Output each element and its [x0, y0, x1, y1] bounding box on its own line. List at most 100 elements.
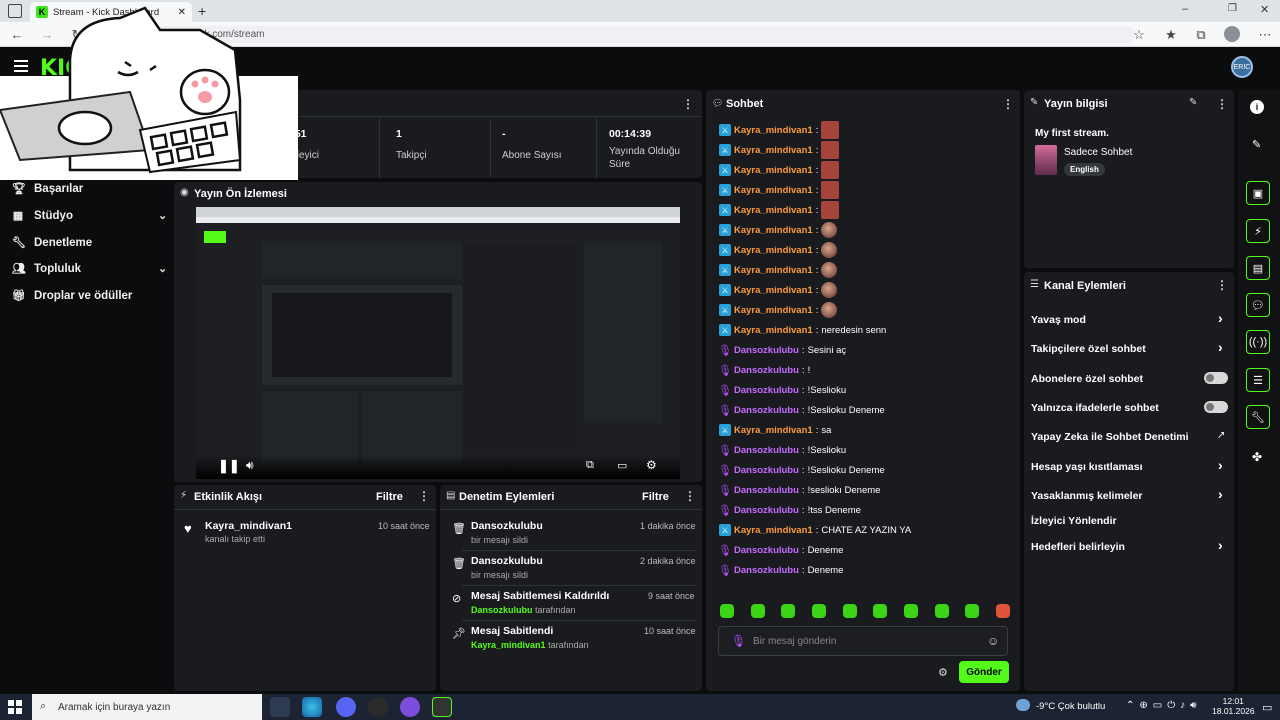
- user-avatar[interactable]: ERIC: [1231, 56, 1253, 78]
- chat-username[interactable]: Dansozkulubu: [734, 505, 799, 516]
- channel-action-item[interactable]: İzleyici Yönlendir: [1031, 515, 1117, 527]
- sidebar-item-achievements[interactable]: 🏆︎ Başarılar: [12, 182, 83, 196]
- toggle-switch[interactable]: [1204, 372, 1228, 384]
- window-menu-icon[interactable]: [8, 4, 22, 18]
- back-icon[interactable]: ←: [8, 26, 26, 43]
- chat-username[interactable]: Kayra_mindivan1: [734, 125, 813, 136]
- chat-username[interactable]: Kayra_mindivan1: [734, 245, 813, 256]
- chat-message[interactable]: 🎙︎ Dansozkulubu: !Seslioku Deneme: [718, 460, 885, 480]
- mod-item-user[interactable]: Kayra_mindivan1: [471, 640, 546, 650]
- emote-icon[interactable]: [873, 604, 888, 618]
- chat-message[interactable]: ⚔ Kayra_mindivan1: neredesin senn: [719, 320, 886, 340]
- stream-info-menu-icon[interactable]: ⋮: [1216, 97, 1228, 111]
- info-icon[interactable]: i: [1250, 100, 1264, 114]
- chat-username[interactable]: Dansozkulubu: [734, 345, 799, 356]
- pip-icon[interactable]: ⧉: [586, 459, 594, 472]
- system-tray-icons[interactable]: ⌃⊕▭⏻♪🔊︎: [1126, 700, 1201, 711]
- stats-menu-icon[interactable]: ⋮: [682, 97, 694, 111]
- maximize-button[interactable]: ❐: [1228, 3, 1237, 14]
- activity-menu-icon[interactable]: ⋮: [418, 489, 430, 503]
- minimize-button[interactable]: –: [1182, 3, 1188, 15]
- edge-icon[interactable]: [302, 697, 322, 717]
- chat-username[interactable]: Kayra_mindivan1: [734, 185, 813, 196]
- channel-action-item[interactable]: Takipçilere özel sohbet: [1031, 343, 1146, 355]
- chat-message[interactable]: 🎙︎ Dansozkulubu: Deneme: [718, 560, 843, 580]
- chat-message[interactable]: ⚔ Kayra_mindivan1:: [719, 140, 842, 160]
- chat-message[interactable]: ⚔ Kayra_mindivan1:: [719, 300, 840, 320]
- notification-icon[interactable]: ▭: [1262, 701, 1272, 714]
- document-toggle-button[interactable]: ▤: [1246, 256, 1270, 280]
- chat-menu-icon[interactable]: ⋮: [1002, 97, 1014, 111]
- obs-icon[interactable]: [368, 697, 388, 717]
- channel-action-item[interactable]: Yasaklanmış kelimeler: [1031, 490, 1143, 502]
- sidebar-item-studio[interactable]: ▦ Stüdyo ⌄: [12, 209, 172, 223]
- edit-icon[interactable]: ✎: [1252, 138, 1261, 151]
- close-window-button[interactable]: ✕: [1260, 3, 1269, 16]
- chat-username[interactable]: Kayra_mindivan1: [734, 525, 813, 536]
- channel-action-item[interactable]: Hesap yaşı kısıtlaması: [1031, 461, 1143, 473]
- kick-logo[interactable]: KICK: [40, 56, 98, 81]
- emote-icon[interactable]: [842, 604, 857, 618]
- wrench-toggle-button[interactable]: 🔧︎: [1246, 405, 1270, 429]
- weather-text[interactable]: -9°C Çok bulutlu: [1036, 701, 1105, 712]
- chat-message[interactable]: 🎙︎ Dansozkulubu: !tss Deneme: [718, 500, 861, 520]
- sidebar-item-drops[interactable]: 🎁︎ Droplar ve ödüller: [12, 289, 132, 303]
- chat-message[interactable]: ⚔ Kayra_mindivan1: CHATE AZ YAZIN YA: [719, 520, 911, 540]
- emote-icon[interactable]: [750, 604, 765, 618]
- moderation-filter-button[interactable]: Filtre: [642, 491, 669, 503]
- stream-preview-video[interactable]: ❚❚ 🔊︎ ⧉ ▭ ⚙: [196, 207, 680, 479]
- emote-icon[interactable]: [995, 604, 1010, 618]
- chat-message[interactable]: 🎙︎ Dansozkulubu: Sesini aç: [718, 340, 846, 360]
- chat-message[interactable]: 🎙︎ Dansozkulubu: !Seslioku Deneme: [718, 400, 885, 420]
- emote-icon[interactable]: [720, 604, 734, 618]
- chat-username[interactable]: Dansozkulubu: [734, 405, 799, 416]
- channel-action-item[interactable]: Yalnızca ifadelerle sohbet: [1031, 402, 1159, 414]
- chat-message[interactable]: 🎙︎ Dansozkulubu: !Seslioku: [718, 380, 846, 400]
- chat-username[interactable]: Dansozkulubu: [734, 485, 799, 496]
- chat-username[interactable]: Kayra_mindivan1: [734, 265, 813, 276]
- reload-icon[interactable]: ↻: [68, 26, 86, 43]
- collections-icon[interactable]: ⧉: [1192, 26, 1210, 43]
- edit-icon[interactable]: ✎: [1189, 97, 1197, 108]
- chevron-right-icon[interactable]: ›: [1218, 310, 1223, 326]
- taskbar-search[interactable]: Aramak için buraya yazın: [32, 694, 262, 720]
- chat-message[interactable]: ⚔ Kayra_mindivan1: sa: [719, 420, 831, 440]
- chevron-right-icon[interactable]: ›: [1218, 339, 1223, 355]
- profile-icon[interactable]: [1224, 26, 1240, 42]
- sidebar-item-moderation[interactable]: 🔧︎ Denetleme: [12, 236, 92, 250]
- bolt-toggle-button[interactable]: ⚡︎: [1246, 219, 1270, 243]
- bookmark-icon[interactable]: ☆: [1130, 26, 1148, 43]
- tab-close-icon[interactable]: ✕: [178, 7, 186, 18]
- chat-username[interactable]: Kayra_mindivan1: [734, 225, 813, 236]
- discord-icon[interactable]: [336, 697, 356, 717]
- hamburger-menu-icon[interactable]: [14, 60, 28, 72]
- category-thumbnail[interactable]: [1035, 145, 1057, 175]
- forward-icon[interactable]: →: [38, 26, 56, 43]
- chat-username[interactable]: Kayra_mindivan1: [734, 305, 813, 316]
- emote-icon[interactable]: [781, 604, 796, 618]
- channel-action-item[interactable]: Abonelere özel sohbet: [1031, 373, 1143, 385]
- chat-username[interactable]: Dansozkulubu: [734, 365, 799, 376]
- activity-user[interactable]: Kayra_mindivan1: [205, 520, 292, 532]
- chat-message[interactable]: ⚔ Kayra_mindivan1:: [719, 200, 842, 220]
- chat-username[interactable]: Kayra_mindivan1: [734, 165, 813, 176]
- volume-icon[interactable]: 🔊︎: [246, 458, 254, 473]
- chat-username[interactable]: Kayra_mindivan1: [734, 425, 813, 436]
- chat-username[interactable]: Kayra_mindivan1: [734, 145, 813, 156]
- mod-item-user[interactable]: Dansozkulubu: [471, 605, 533, 615]
- favorites-icon[interactable]: ★: [1162, 26, 1180, 43]
- send-button[interactable]: Gönder: [959, 661, 1009, 683]
- task-view-icon[interactable]: [270, 697, 290, 717]
- channel-actions-menu-icon[interactable]: ⋮: [1216, 278, 1228, 292]
- channel-action-item[interactable]: Yapay Zeka ile Sohbet Denetimi: [1031, 431, 1189, 443]
- app-icon[interactable]: [432, 697, 452, 717]
- chat-toggle-button[interactable]: 💬︎: [1246, 293, 1270, 317]
- more-icon[interactable]: ⋯: [1256, 26, 1274, 43]
- sidebar-item-community[interactable]: 👥︎ Topluluk ⌄: [12, 262, 172, 276]
- new-tab-icon[interactable]: +: [198, 3, 206, 19]
- chevron-right-icon[interactable]: ›: [1218, 537, 1223, 553]
- chat-username[interactable]: Kayra_mindivan1: [734, 205, 813, 216]
- category-name[interactable]: Sadece Sohbet: [1064, 147, 1132, 158]
- theater-icon[interactable]: ▭: [617, 459, 627, 472]
- chat-username[interactable]: Kayra_mindivan1: [734, 285, 813, 296]
